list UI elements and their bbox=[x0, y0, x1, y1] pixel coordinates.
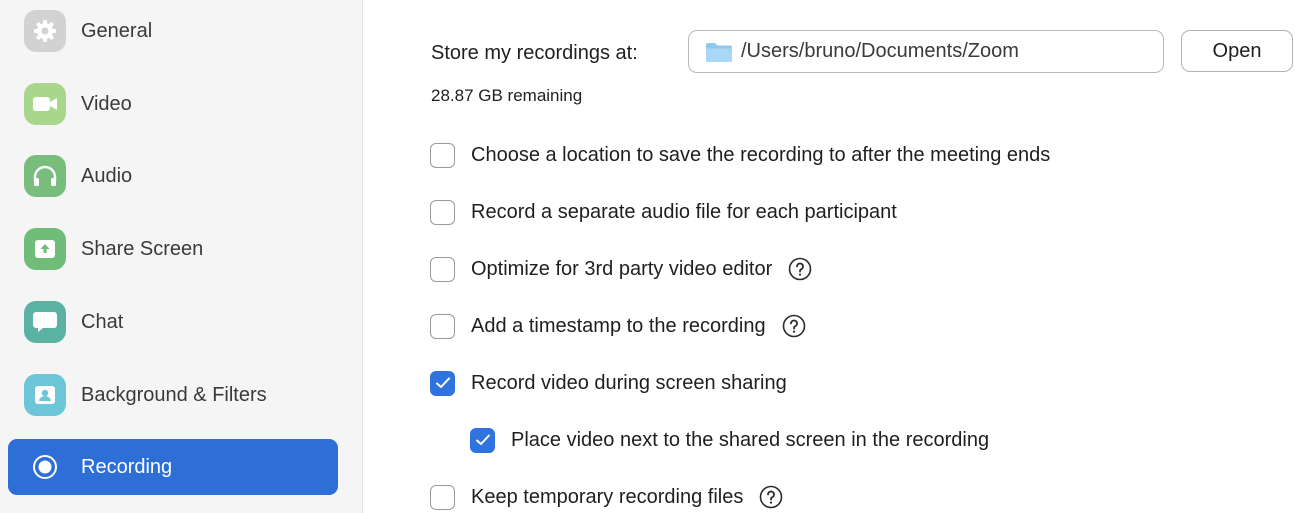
portrait-icon bbox=[24, 374, 66, 416]
checkbox[interactable] bbox=[430, 256, 455, 282]
sidebar-item-background-filters[interactable]: Background & Filters bbox=[8, 367, 338, 423]
sidebar-item-share-screen[interactable]: Share Screen bbox=[8, 221, 338, 277]
option-separate-audio[interactable]: Record a separate audio file for each pa… bbox=[430, 197, 897, 227]
option-keep-temporary-files[interactable]: Keep temporary recording files bbox=[430, 482, 783, 512]
option-timestamp[interactable]: Add a timestamp to the recording bbox=[430, 311, 806, 341]
option-label: Keep temporary recording files bbox=[471, 485, 744, 508]
settings-sidebar: General Video Audio Share Screen Chat Ba… bbox=[0, 0, 363, 513]
sidebar-item-label: Video bbox=[81, 92, 132, 115]
option-label: Place video next to the shared screen in… bbox=[511, 428, 990, 451]
headphones-icon bbox=[24, 155, 66, 197]
sidebar-item-audio[interactable]: Audio bbox=[8, 148, 338, 204]
video-camera-icon bbox=[24, 83, 66, 125]
checkbox-checked[interactable] bbox=[470, 427, 495, 453]
option-label: Add a timestamp to the recording bbox=[471, 314, 766, 337]
sidebar-item-label: Recording bbox=[81, 455, 173, 478]
option-choose-location[interactable]: Choose a location to save the recording … bbox=[430, 140, 1050, 170]
recording-path-value: /Users/bruno/Documents/Zoom bbox=[741, 40, 1019, 62]
checkbox[interactable] bbox=[430, 484, 455, 510]
record-icon bbox=[24, 446, 66, 488]
option-label: Record a separate audio file for each pa… bbox=[471, 200, 897, 223]
store-location-label: Store my recordings at: bbox=[431, 42, 638, 64]
gear-icon bbox=[24, 10, 66, 52]
help-question-icon[interactable] bbox=[782, 314, 806, 338]
open-folder-button[interactable]: Open bbox=[1181, 30, 1293, 72]
sidebar-item-label: Background & Filters bbox=[81, 383, 267, 406]
option-label: Choose a location to save the recording … bbox=[471, 143, 1051, 166]
chat-bubble-icon bbox=[24, 301, 66, 343]
checkmark-icon bbox=[475, 434, 490, 445]
recording-settings-panel: Store my recordings at: /Users/bruno/Doc… bbox=[363, 0, 1295, 513]
sidebar-item-label: General bbox=[81, 19, 153, 42]
option-optimize-editor[interactable]: Optimize for 3rd party video editor bbox=[430, 254, 812, 284]
option-record-video-screen-share[interactable]: Record video during screen sharing bbox=[430, 368, 787, 398]
sidebar-item-label: Share Screen bbox=[81, 237, 204, 260]
storage-remaining-text: 28.87 GB remaining bbox=[431, 86, 583, 105]
share-screen-icon bbox=[24, 228, 66, 270]
checkmark-icon bbox=[435, 377, 450, 388]
checkbox[interactable] bbox=[430, 142, 455, 168]
help-question-icon[interactable] bbox=[759, 485, 783, 509]
sidebar-item-chat[interactable]: Chat bbox=[8, 294, 338, 350]
option-place-video-next-to-screen[interactable]: Place video next to the shared screen in… bbox=[470, 425, 989, 455]
sidebar-item-general[interactable]: General bbox=[8, 3, 338, 59]
help-question-icon[interactable] bbox=[788, 257, 812, 281]
checkbox[interactable] bbox=[430, 313, 455, 339]
option-label: Record video during screen sharing bbox=[471, 371, 787, 394]
sidebar-item-label: Chat bbox=[81, 310, 124, 333]
recording-path-field[interactable]: /Users/bruno/Documents/Zoom bbox=[688, 30, 1164, 73]
sidebar-item-recording[interactable]: Recording bbox=[8, 439, 338, 495]
sidebar-item-video[interactable]: Video bbox=[8, 76, 338, 132]
folder-icon bbox=[705, 41, 733, 63]
sidebar-item-label: Audio bbox=[81, 164, 133, 187]
checkbox[interactable] bbox=[430, 199, 455, 225]
checkbox-checked[interactable] bbox=[430, 370, 455, 396]
option-label: Optimize for 3rd party video editor bbox=[471, 257, 773, 280]
